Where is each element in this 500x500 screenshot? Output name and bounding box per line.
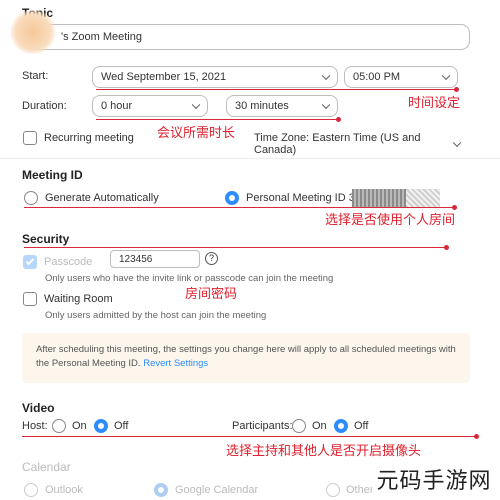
- topic-input[interactable]: 's Zoom Meeting: [22, 24, 470, 50]
- host-on-radio[interactable]: [52, 419, 66, 433]
- participants-on-radio[interactable]: [292, 419, 306, 433]
- chevron-down-icon: [321, 100, 331, 110]
- check-icon: [25, 256, 35, 266]
- outlook-radio[interactable]: [24, 483, 38, 497]
- participants-off-radio[interactable]: [334, 419, 348, 433]
- start-label: Start:: [22, 70, 49, 82]
- chevron-down-icon: [191, 100, 201, 110]
- annotation-line: [22, 436, 478, 437]
- security-heading: Security: [22, 232, 70, 246]
- recurring-checkbox[interactable]: [23, 131, 37, 145]
- revert-settings-link[interactable]: Revert Settings: [143, 358, 208, 369]
- start-date-value: Wed September 15, 2021: [101, 71, 227, 83]
- annotation-duration: 会议所需时长: [157, 126, 236, 141]
- generate-automatically-radio[interactable]: [24, 191, 38, 205]
- annotation-dot: [444, 245, 449, 250]
- waiting-room-label: Waiting Room: [44, 293, 113, 305]
- duration-hours-select[interactable]: 0 hour: [92, 95, 208, 117]
- redacted-id-block: [352, 189, 406, 207]
- host-off-label: Off: [114, 420, 129, 432]
- google-calendar-label: Google Calendar: [175, 484, 259, 496]
- start-time-value: 05:00 PM: [353, 71, 401, 83]
- recurring-label: Recurring meeting: [44, 132, 134, 144]
- passcode-input[interactable]: 123456: [110, 250, 200, 268]
- help-icon[interactable]: ?: [205, 252, 218, 265]
- timezone-select[interactable]: Time Zone: Eastern Time (US and Canada): [254, 132, 464, 156]
- participants-off-label: Off: [354, 420, 369, 432]
- annotation-video: 选择主持和其他人是否开启摄像头: [226, 444, 422, 459]
- other-calendars-radio[interactable]: [326, 483, 340, 497]
- duration-hours-value: 0 hour: [101, 100, 133, 112]
- personal-meeting-id-radio[interactable]: [225, 191, 239, 205]
- waiting-room-hint: Only users admitted by the host can join…: [45, 310, 267, 321]
- video-heading: Video: [22, 401, 55, 415]
- passcode-checkbox[interactable]: [23, 255, 37, 269]
- meeting-id-heading: Meeting ID: [22, 168, 83, 182]
- google-calendar-radio[interactable]: [154, 483, 168, 497]
- waiting-room-checkbox[interactable]: [23, 292, 37, 306]
- duration-minutes-value: 30 minutes: [235, 100, 289, 112]
- annotation-line: [96, 89, 458, 90]
- topic-smudge: [10, 10, 56, 54]
- outlook-label: Outlook: [45, 484, 83, 496]
- divider: [0, 158, 500, 159]
- notice-box: After scheduling this meeting, the setti…: [22, 333, 470, 383]
- participants-label: Participants:: [232, 420, 293, 432]
- start-time-select[interactable]: 05:00 PM: [344, 66, 458, 88]
- passcode-label: Passcode: [44, 256, 93, 268]
- passcode-value: 123456: [119, 253, 153, 265]
- calendar-heading: Calendar: [22, 460, 71, 474]
- redacted-id-fade: [406, 189, 440, 207]
- chevron-down-icon: [321, 71, 331, 81]
- duration-label: Duration:: [22, 100, 67, 112]
- annotation-line: [24, 247, 448, 248]
- annotation-dot: [474, 434, 479, 439]
- watermark-box: 元码手游网: [372, 462, 496, 496]
- start-date-select[interactable]: Wed September 15, 2021: [92, 66, 338, 88]
- duration-minutes-select[interactable]: 30 minutes: [226, 95, 338, 117]
- timezone-value: Time Zone: Eastern Time (US and Canada): [254, 132, 421, 156]
- annotation-line: [24, 207, 456, 208]
- annotation-meeting-id: 选择是否使用个人房间: [325, 213, 456, 228]
- host-on-label: On: [72, 420, 87, 432]
- annotation-line: [96, 119, 340, 120]
- annotation-dot: [336, 117, 341, 122]
- host-off-radio[interactable]: [94, 419, 108, 433]
- participants-on-label: On: [312, 420, 327, 432]
- chevron-down-icon: [441, 71, 451, 81]
- watermark-text: 元码手游网: [376, 469, 492, 494]
- notice-text: After scheduling this meeting, the setti…: [36, 344, 456, 369]
- personal-meeting-id-label: Personal Meeting ID 3: [246, 192, 355, 204]
- chevron-down-icon: [452, 138, 462, 148]
- annotation-passcode: 房间密码: [185, 287, 238, 302]
- generate-automatically-label: Generate Automatically: [45, 192, 159, 204]
- annotation-time: 时间设定: [408, 96, 461, 111]
- host-label: Host:: [22, 420, 48, 432]
